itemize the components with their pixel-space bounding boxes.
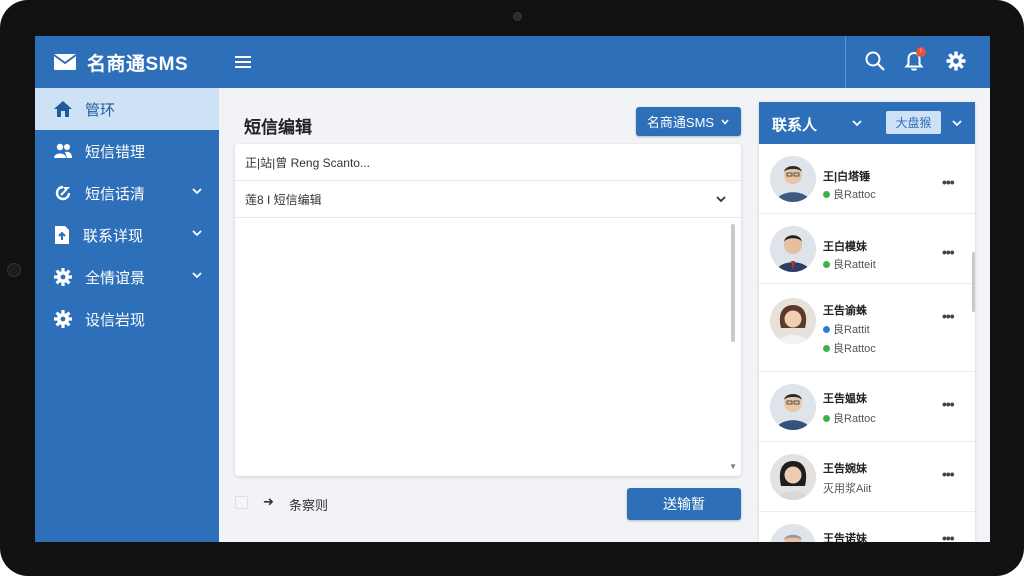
message-editor: 正|站|曾 Reng Scanto... 莲8 I 短信编辑 ▼	[235, 144, 741, 476]
settings-icon[interactable]	[945, 50, 967, 72]
contact-name: 王告媪妹	[823, 393, 867, 405]
contact-status: 良Ratteit	[823, 256, 876, 272]
sidebar-item-label: 管环	[85, 101, 116, 119]
sender-select-value: 名商通SMS	[646, 115, 715, 130]
contact-status: 灭用浆Aiit	[823, 480, 871, 496]
option-checkbox[interactable]	[235, 496, 248, 509]
list-item[interactable]: 王告婉妹 灭用浆Aiit •••	[759, 442, 975, 512]
online-dot-icon	[823, 260, 830, 268]
contact-name: 王|白塔锤	[823, 171, 871, 183]
refresh-icon	[55, 185, 71, 201]
sidebar-item-label: 短信错理	[85, 143, 146, 161]
arrow-right-icon: ➜	[263, 494, 274, 509]
menu-icon[interactable]	[233, 52, 253, 72]
tablet-bezel: 名商通SMS 管环 短信错理 短信话清 联系详现 全情谊景 设信岩现 ! 短信编…	[0, 0, 1024, 576]
home-icon	[54, 101, 72, 117]
chevron-down-icon[interactable]	[951, 117, 963, 129]
app-screen: 名商通SMS 管环 短信错理 短信话清 联系详现 全情谊景 设信岩现 ! 短信编…	[35, 36, 990, 542]
sidebar-item-global[interactable]: 全情谊景	[35, 256, 219, 298]
avatar	[770, 156, 816, 202]
more-icon[interactable]: •••	[942, 530, 955, 542]
brand[interactable]: 名商通SMS	[35, 36, 219, 88]
sidebar-item-contacts-detail[interactable]: 联系详现	[35, 214, 219, 256]
avatar	[770, 524, 816, 542]
camera-dot	[513, 12, 522, 21]
template-value: 莲8 I 短信编辑	[245, 192, 322, 207]
contacts-panel: 联系人 大盘猴 王|白塔锤 良Rattoc ••• 王白模妹 良Ratteit …	[759, 102, 975, 542]
avatar	[770, 384, 816, 430]
more-icon[interactable]: •••	[942, 244, 955, 260]
list-item[interactable]: 王告谕蛛 良Rattit 良Rattoc •••	[759, 284, 975, 372]
contact-status: 良Rattoc	[823, 340, 876, 356]
sidebar-item-label: 设信岩现	[85, 311, 146, 329]
online-dot-icon	[823, 344, 830, 352]
sidebar: 名商通SMS 管环 短信错理 短信话清 联系详现 全情谊景 设信岩现	[35, 36, 219, 542]
recipient-field[interactable]: 正|站|曾 Reng Scanto...	[235, 144, 741, 181]
send-button[interactable]: 送输暂	[627, 488, 741, 520]
status-text: 良Rattoc	[833, 413, 876, 425]
notification-badge: !	[916, 47, 926, 57]
editor-title: 短信编辑	[244, 118, 312, 137]
contact-status: 良Rattoc	[823, 186, 876, 202]
upload-icon	[55, 226, 69, 244]
contact-name: 王白模妹	[823, 241, 867, 253]
option-label: 条察则	[289, 498, 329, 513]
scrollbar[interactable]	[731, 224, 735, 342]
chevron-down-icon	[721, 118, 729, 125]
avatar	[770, 226, 816, 272]
chevron-down-icon	[192, 272, 202, 279]
contact-name: 王告谕蛛	[823, 305, 867, 317]
chevron-down-icon	[716, 196, 726, 203]
more-icon[interactable]: •••	[942, 396, 955, 412]
recipient-value: 正|站|曾 Reng Scanto...	[245, 155, 370, 170]
app-name: 名商通SMS	[87, 53, 189, 75]
topbar-divider	[845, 36, 846, 88]
editor-footer: ➜ 条察则 送输暂	[235, 488, 741, 520]
contact-name: 王告婉妹	[823, 463, 867, 475]
contacts-header: 联系人 大盘猴	[759, 102, 975, 144]
contact-name: 王告诺妹	[823, 533, 867, 542]
list-item[interactable]: 王|白塔锤 良Rattoc •••	[759, 144, 975, 214]
more-icon[interactable]: •••	[942, 466, 955, 482]
contact-status: 良Rattit	[823, 321, 870, 337]
status-text: 灭用浆Aiit	[823, 483, 872, 495]
status-text: 良Rattoc	[833, 189, 876, 201]
gear-icon	[54, 310, 72, 328]
template-select[interactable]: 莲8 I 短信编辑	[235, 181, 741, 218]
users-icon	[54, 143, 72, 158]
chevron-down-icon	[192, 230, 202, 237]
sidebar-item-home[interactable]: 管环	[35, 88, 219, 130]
status-text: 良Rattoc	[833, 343, 876, 355]
scroll-down-icon[interactable]: ▼	[729, 462, 737, 471]
status-text: 良Rattit	[833, 324, 870, 336]
list-item[interactable]: 王告媪妹 良Rattoc •••	[759, 372, 975, 442]
contacts-title: 联系人	[772, 117, 818, 134]
sender-select[interactable]: 名商通SMS	[636, 107, 741, 136]
online-dot-icon	[823, 190, 830, 198]
status-text: 良Ratteit	[833, 259, 876, 271]
sidebar-item-sms-clear[interactable]: 短信话清	[35, 172, 219, 214]
top-bar: !	[219, 36, 990, 88]
message-body-input[interactable]	[235, 219, 741, 474]
chevron-down-icon	[192, 188, 202, 195]
more-icon[interactable]: •••	[942, 308, 955, 324]
avatar	[770, 298, 816, 344]
list-item[interactable]: 王白模妹 良Ratteit •••	[759, 214, 975, 284]
side-button	[7, 263, 21, 277]
gear-icon	[54, 268, 72, 286]
sidebar-item-settings[interactable]: 设信岩现	[35, 298, 219, 340]
chevron-down-icon[interactable]	[851, 117, 863, 129]
contact-status: 良Rattoc	[823, 410, 876, 426]
online-dot-icon	[823, 414, 830, 422]
sidebar-item-sms-manage[interactable]: 短信错理	[35, 130, 219, 172]
contacts-filter-button[interactable]: 大盘猴	[886, 111, 941, 134]
mail-icon	[53, 54, 77, 70]
avatar	[770, 454, 816, 500]
scrollbar[interactable]	[972, 252, 975, 312]
away-dot-icon	[823, 325, 830, 333]
search-icon[interactable]	[864, 50, 886, 72]
more-icon[interactable]: •••	[942, 174, 955, 190]
list-item[interactable]: 王告诺妹 •••	[759, 512, 975, 542]
